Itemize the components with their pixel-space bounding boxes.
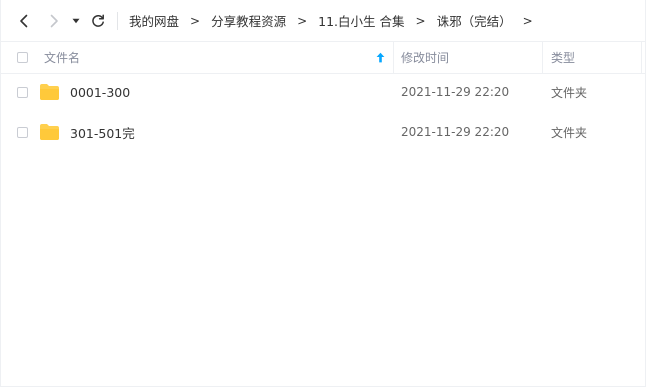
row-checkbox-cell (17, 112, 28, 152)
column-divider[interactable] (641, 42, 642, 73)
modified-time-label: 2021-11-29 22:20 (401, 125, 510, 139)
breadcrumb-separator: > (522, 13, 533, 28)
file-name-label: 0001-300 (70, 84, 131, 100)
chevron-left-icon (20, 14, 28, 28)
table-row[interactable]: 0001-300 2021-11-29 22:20 文件夹 (0, 72, 646, 112)
breadcrumb-item[interactable]: 11.白小生 合集 (318, 11, 404, 30)
sort-ascending-arrow-icon (376, 52, 385, 63)
caret-down-icon (72, 18, 80, 24)
toolbar-divider (117, 12, 118, 30)
column-header-type-label: 类型 (551, 51, 576, 65)
history-dropdown-button[interactable] (68, 10, 84, 32)
folder-icon-cell (39, 72, 60, 112)
breadcrumb-separator: > (415, 13, 426, 28)
modified-time: 2021-11-29 22:20 (401, 112, 509, 152)
breadcrumb-separator: > (190, 13, 201, 28)
row-checkbox[interactable] (17, 86, 28, 98)
refresh-icon (92, 14, 104, 27)
breadcrumb-separator: > (297, 13, 308, 28)
table-row[interactable]: 301-501完 2021-11-29 22:20 文件夹 (0, 112, 646, 152)
forward-button[interactable] (43, 10, 65, 32)
select-all-checkbox[interactable] (17, 52, 28, 63)
row-checkbox-cell (17, 72, 28, 112)
back-button[interactable] (13, 10, 35, 32)
file-name-label: 301-501完 (70, 125, 135, 141)
column-header-name-label: 文件名 (44, 51, 81, 65)
column-divider[interactable] (393, 42, 394, 73)
sort-button[interactable] (376, 42, 385, 73)
modified-time: 2021-11-29 22:20 (401, 72, 509, 112)
modified-time-label: 2021-11-29 22:20 (401, 85, 510, 99)
breadcrumb: 我的网盘 > 分享教程资源 > 11.白小生 合集 > 诛邪（完结） > (129, 0, 544, 41)
folder-icon (40, 84, 59, 100)
file-list-header: 文件名 修改时间 类型 (0, 41, 646, 74)
select-all-cell (17, 42, 28, 73)
folder-icon-cell (39, 112, 60, 152)
toolbar: 我的网盘 > 分享教程资源 > 11.白小生 合集 > 诛邪（完结） > (0, 0, 646, 41)
breadcrumb-item-current[interactable]: 诛邪（完结） (437, 11, 512, 30)
column-header-type[interactable]: 类型 (551, 42, 575, 73)
column-header-modified[interactable]: 修改时间 (401, 42, 449, 73)
file-name[interactable]: 0001-300 (70, 72, 130, 112)
folder-icon (40, 124, 59, 140)
file-type-label: 文件夹 (551, 85, 588, 100)
column-header-modified-label: 修改时间 (401, 51, 450, 65)
column-divider[interactable] (542, 42, 543, 73)
chevron-right-icon (50, 14, 58, 28)
refresh-button[interactable] (87, 10, 109, 32)
file-type: 文件夹 (551, 72, 587, 112)
file-type: 文件夹 (551, 112, 587, 152)
breadcrumb-item-root[interactable]: 我的网盘 (129, 11, 179, 30)
column-header-name[interactable]: 文件名 (44, 42, 80, 73)
file-type-label: 文件夹 (551, 125, 588, 140)
row-checkbox[interactable] (17, 126, 28, 138)
file-name[interactable]: 301-501完 (70, 112, 135, 152)
breadcrumb-item[interactable]: 分享教程资源 (211, 11, 286, 30)
